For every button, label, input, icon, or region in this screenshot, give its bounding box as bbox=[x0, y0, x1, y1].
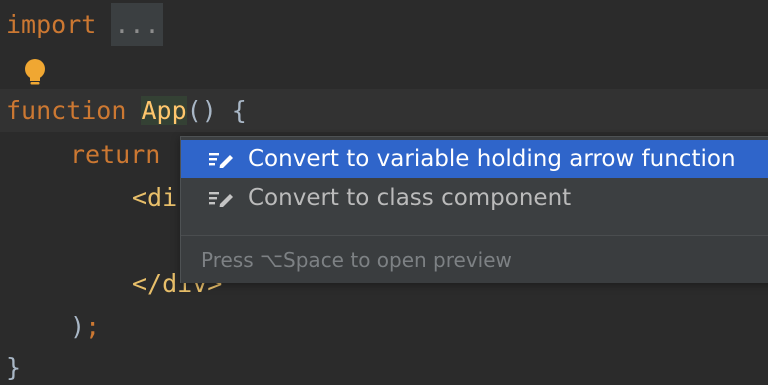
code-line-close-brace: } bbox=[6, 346, 21, 385]
action-label: Convert to variable holding arrow functi… bbox=[248, 146, 736, 172]
preview-hint: Press ⌥Space to open preview bbox=[201, 248, 512, 272]
code-line-function: function App() { bbox=[0, 89, 768, 132]
pencil-edit-icon bbox=[209, 192, 233, 207]
action-convert-to-class-component[interactable]: Convert to class component bbox=[181, 179, 768, 217]
popup-footer: Press ⌥Space to open preview bbox=[181, 235, 768, 283]
import-keyword: import bbox=[6, 10, 97, 39]
function-signature: () { bbox=[186, 96, 247, 125]
function-keyword: function bbox=[6, 96, 127, 125]
code-line-div-open: <di bbox=[132, 176, 177, 219]
action-convert-to-arrow-function[interactable]: Convert to variable holding arrow functi… bbox=[181, 140, 768, 178]
div-open-tag: <di bbox=[132, 183, 178, 212]
code-editor[interactable]: import ... function App() { return <di <… bbox=[0, 0, 768, 385]
code-line-return: return bbox=[70, 133, 160, 176]
lightbulb-icon[interactable] bbox=[22, 58, 48, 88]
code-line-import: import ... bbox=[6, 3, 163, 46]
pencil-edit-icon bbox=[209, 153, 233, 168]
close-brace: } bbox=[6, 353, 22, 382]
action-label: Convert to class component bbox=[248, 185, 572, 211]
folded-imports[interactable]: ... bbox=[111, 3, 163, 46]
close-paren: ) bbox=[70, 312, 86, 341]
return-keyword: return bbox=[70, 140, 161, 169]
function-name[interactable]: App bbox=[141, 96, 187, 125]
intention-actions-popup: Convert to variable holding arrow functi… bbox=[180, 136, 768, 283]
semicolon: ; bbox=[85, 312, 101, 341]
code-line-close-paren: ); bbox=[70, 305, 100, 348]
